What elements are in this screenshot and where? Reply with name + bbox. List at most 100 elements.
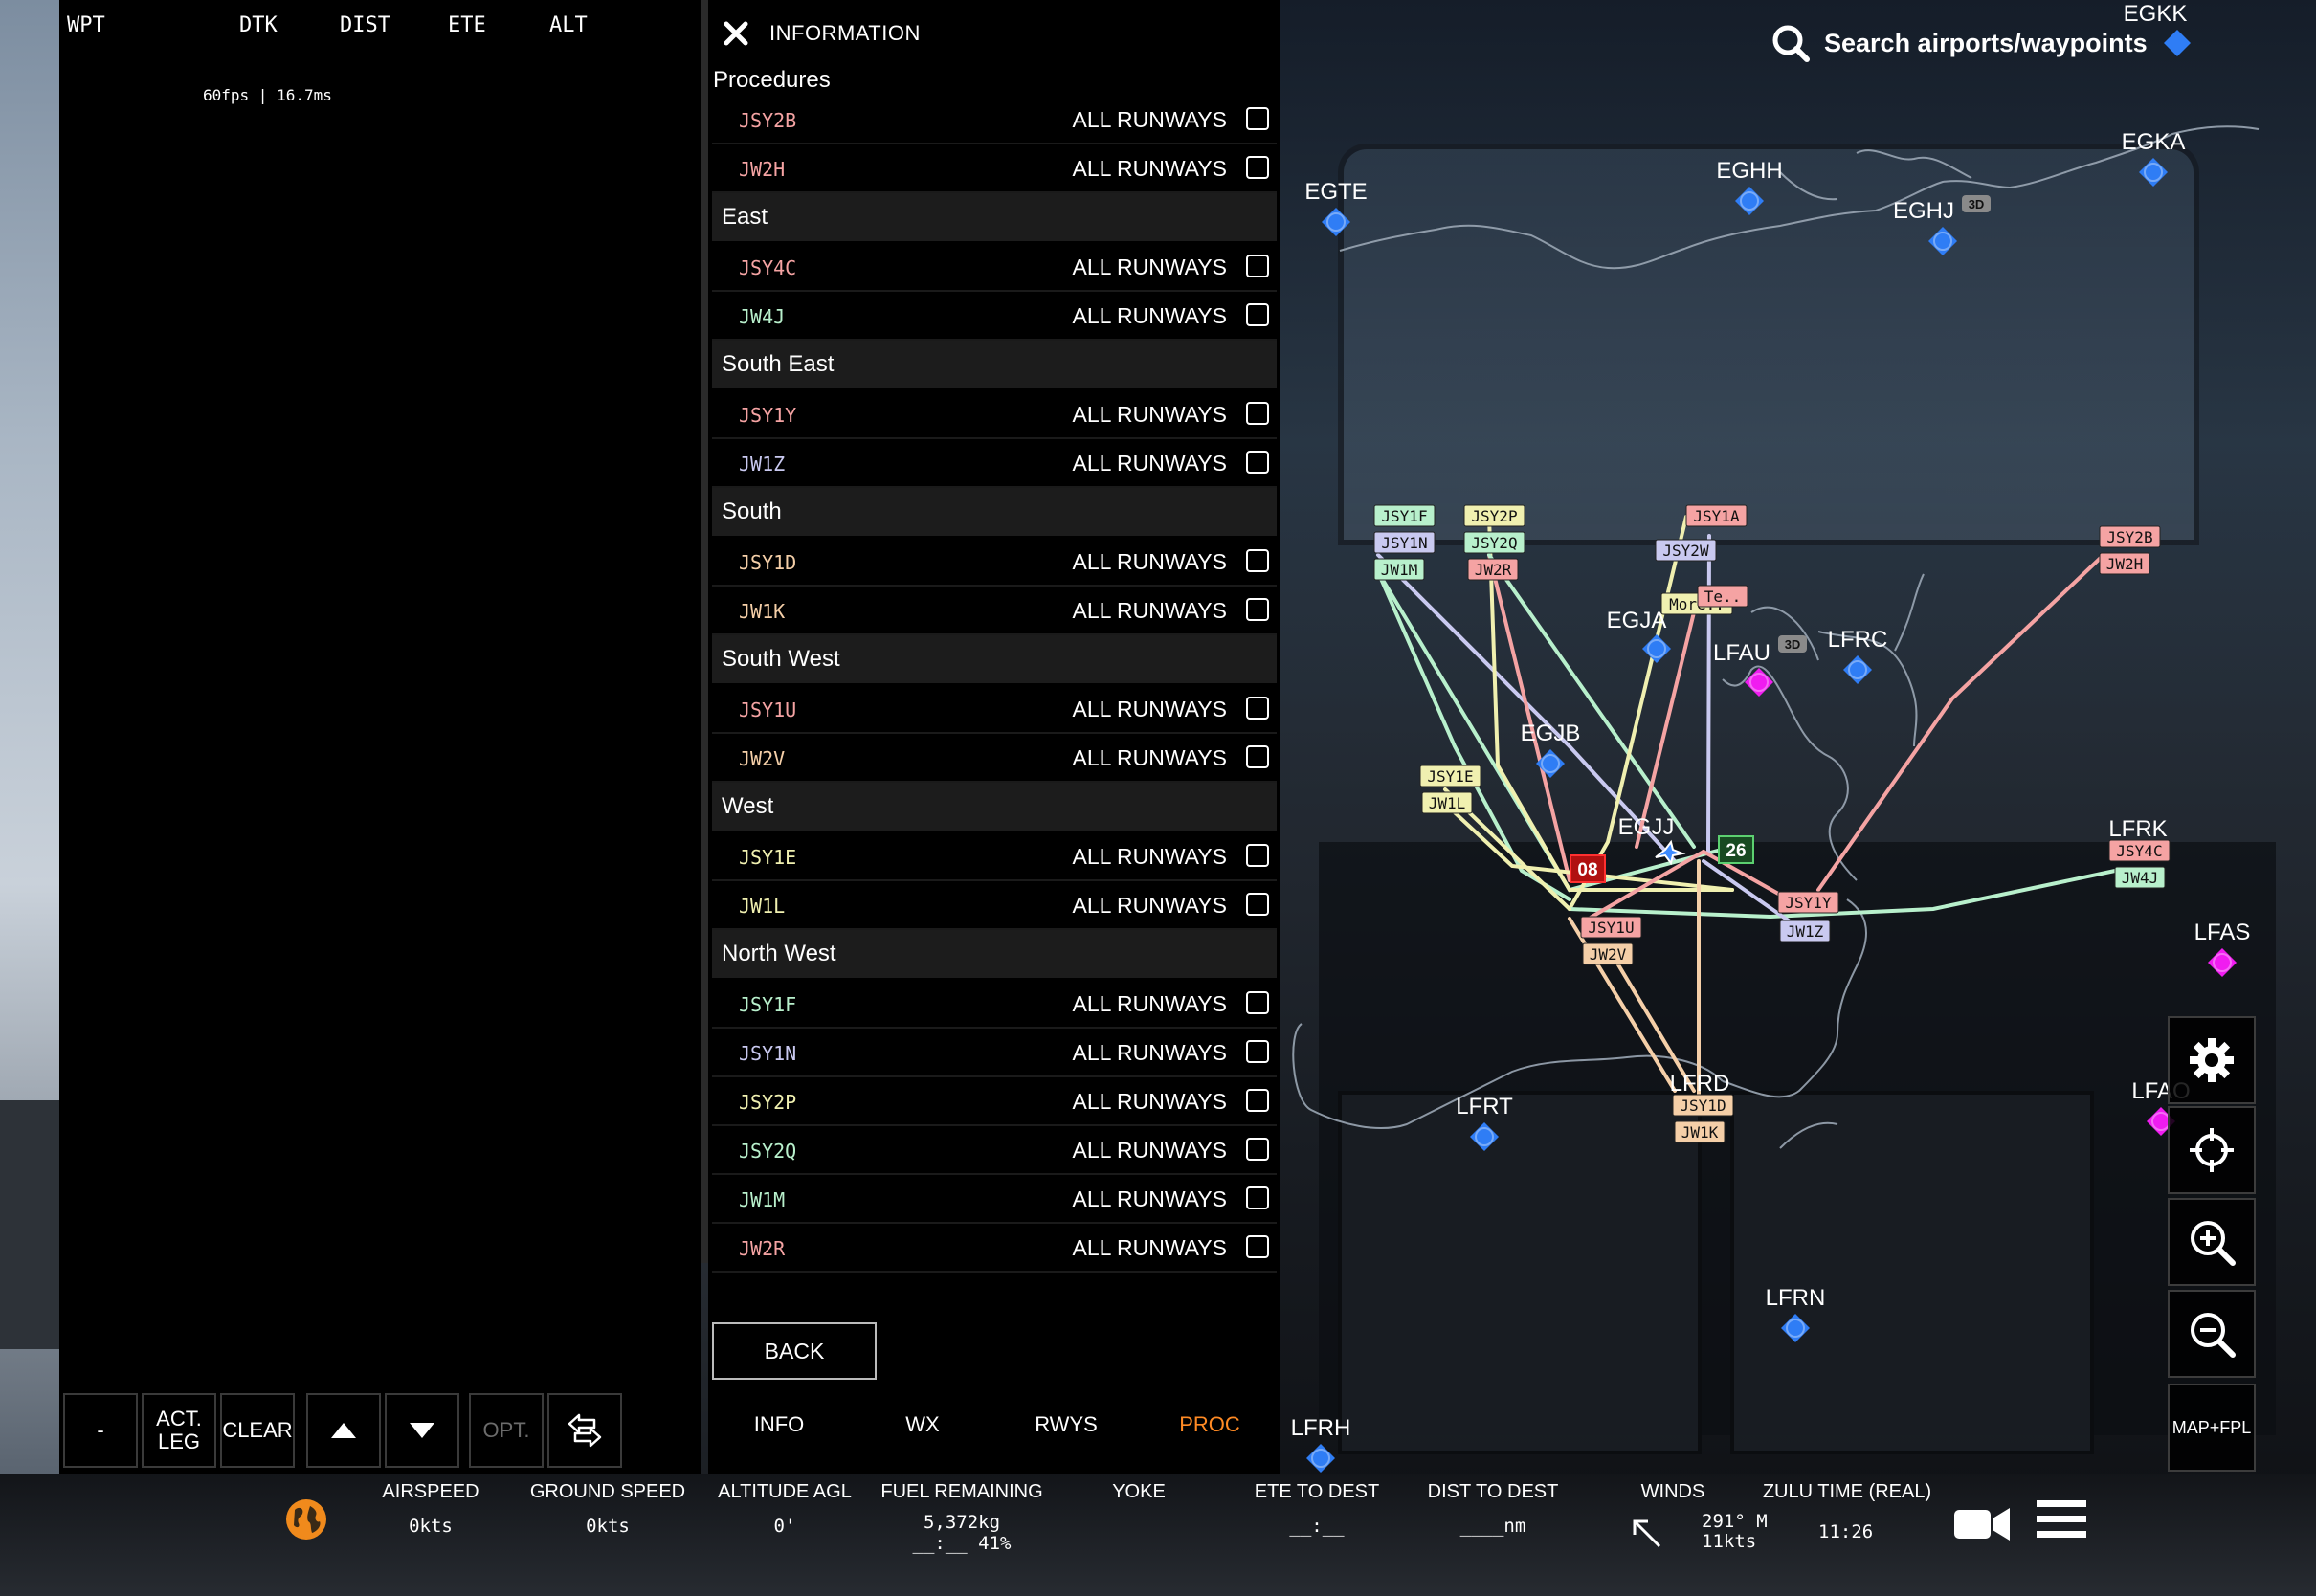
tab-proc[interactable]: PROC [1152, 1412, 1267, 1437]
route-tag[interactable]: JW1Z [1779, 920, 1831, 942]
airport-marker[interactable]: LFRK [2108, 816, 2167, 842]
procedure-checkbox[interactable] [1246, 697, 1269, 720]
menu-icon[interactable] [2037, 1496, 2086, 1542]
clear-button[interactable]: CLEAR [220, 1393, 295, 1468]
procedure-checkbox[interactable] [1246, 255, 1269, 277]
airport-marker[interactable]: EGKA [2122, 129, 2186, 187]
procedure-checkbox[interactable] [1246, 745, 1269, 768]
move-down-button[interactable] [385, 1393, 459, 1468]
airport-marker[interactable]: LFRN [1766, 1285, 1826, 1342]
search-bar[interactable]: Search airports/waypoints [1770, 21, 2192, 67]
procedure-checkbox[interactable] [1246, 893, 1269, 916]
procedure-row[interactable]: JW2V ALL RUNWAYS [712, 734, 1277, 783]
procedure-row[interactable]: JSY1F ALL RUNWAYS [712, 980, 1277, 1029]
procedure-checkbox[interactable] [1246, 1235, 1269, 1258]
airport-marker[interactable]: LFAS [2194, 920, 2251, 977]
close-icon[interactable] [722, 19, 750, 48]
procedure-checkbox[interactable] [1246, 844, 1269, 867]
route-tag[interactable]: JSY4C [2108, 839, 2171, 862]
route-tag[interactable]: JSY1U [1580, 916, 1642, 939]
procedure-row[interactable]: JW1L ALL RUNWAYS [712, 881, 1277, 930]
procedure-row[interactable]: JSY1Y ALL RUNWAYS [712, 390, 1277, 439]
tab-rwys[interactable]: RWYS [1009, 1412, 1124, 1437]
options-button[interactable]: OPT. [469, 1393, 544, 1468]
runway-label[interactable]: 08 [1570, 854, 1606, 883]
tab-info-label[interactable]: INFO [722, 1412, 836, 1437]
back-button[interactable]: BACK [712, 1322, 877, 1380]
route-tag[interactable]: JW2V [1582, 942, 1634, 965]
airport-marker[interactable]: EGJA [1607, 608, 1671, 663]
settings-button[interactable] [2168, 1016, 2256, 1104]
minus-button[interactable]: - [63, 1393, 138, 1468]
procedure-row[interactable]: JW1Z ALL RUNWAYS [712, 439, 1277, 488]
runway-label[interactable]: 26 [1718, 835, 1754, 864]
procedure-row[interactable]: JSY2Q ALL RUNWAYS [712, 1126, 1277, 1175]
route-tag[interactable]: JW1M [1373, 558, 1425, 581]
active-leg-button[interactable]: ACT. LEG [142, 1393, 216, 1468]
airport-marker[interactable]: EGHJ 3D [1893, 195, 1991, 255]
camera-icon[interactable] [1952, 1502, 2012, 1546]
route-tag[interactable]: JSY2P [1463, 504, 1525, 527]
globe-icon[interactable] [283, 1496, 329, 1542]
procedure-checkbox[interactable] [1246, 1186, 1269, 1209]
zoom-out-button[interactable] [2168, 1290, 2256, 1378]
procedure-row[interactable]: JSY2P ALL RUNWAYS [712, 1077, 1277, 1126]
route-tag[interactable]: JSY1D [1672, 1094, 1734, 1117]
procedure-checkbox[interactable] [1246, 1040, 1269, 1063]
map-view[interactable]: EGTE EGHH EGHJ 3D EGKA EGJA LFRC EGJB LFRT LFRN LF… [1280, 0, 2316, 1474]
procedure-row[interactable]: JSY2B ALL RUNWAYS [712, 96, 1277, 144]
swap-direction-button[interactable] [547, 1393, 622, 1468]
route-tag[interactable]: Te.. [1697, 585, 1748, 608]
procedure-checkbox[interactable] [1246, 107, 1269, 130]
procedure-checkbox[interactable] [1246, 549, 1269, 572]
procedure-checkbox[interactable] [1246, 598, 1269, 621]
procedure-row[interactable]: JSY1N ALL RUNWAYS [712, 1029, 1277, 1077]
procedure-checkbox[interactable] [1246, 303, 1269, 326]
route-tag[interactable]: JW2R [1467, 558, 1519, 581]
tab-wx[interactable]: WX [865, 1412, 980, 1437]
procedure-row[interactable]: JSY1D ALL RUNWAYS [712, 538, 1277, 587]
procedure-row[interactable]: JW1K ALL RUNWAYS [712, 587, 1277, 635]
procedure-name: JSY1N [739, 1042, 797, 1065]
procedure-checkbox[interactable] [1246, 1089, 1269, 1112]
procedure-checkbox[interactable] [1246, 1138, 1269, 1161]
route-tag[interactable]: JSY1N [1373, 531, 1436, 554]
airport-marker[interactable]: EGJJ [1618, 814, 1675, 840]
route-tag[interactable]: JW2H [2099, 552, 2150, 575]
zoom-in-button[interactable] [2168, 1198, 2256, 1286]
procedure-row[interactable]: JSY1E ALL RUNWAYS [712, 832, 1277, 881]
procedure-row[interactable]: JW1M ALL RUNWAYS [712, 1175, 1277, 1224]
airport-marker[interactable]: EGHH [1716, 158, 1783, 215]
procedure-row[interactable]: JW4J ALL RUNWAYS [712, 292, 1277, 341]
route-tag[interactable]: JSY1F [1373, 504, 1436, 527]
airport-marker[interactable]: LFRD [1670, 1071, 1730, 1097]
map-fpl-toggle-button[interactable]: MAP+FPL [2168, 1384, 2256, 1472]
airport-label: EGKA [2122, 129, 2186, 155]
airport-marker[interactable]: LFRC [1828, 627, 1888, 684]
procedure-row[interactable]: JSY4C ALL RUNWAYS [712, 243, 1277, 292]
procedure-group-header: North West [712, 930, 1277, 978]
airport-marker[interactable]: EGTE [1304, 179, 1368, 236]
procedure-checkbox[interactable] [1246, 402, 1269, 425]
center-location-button[interactable] [2168, 1106, 2256, 1194]
route-tag[interactable]: JSY1E [1419, 765, 1481, 787]
airport-marker[interactable]: LFRH [1291, 1415, 1351, 1473]
column-dist: DIST [340, 13, 390, 37]
procedure-checkbox[interactable] [1246, 156, 1269, 179]
procedure-checkbox[interactable] [1246, 451, 1269, 474]
airport-marker[interactable]: LFRT [1456, 1094, 1513, 1151]
route-tag[interactable]: JSY2Q [1463, 531, 1525, 554]
route-tag[interactable]: JW1L [1421, 791, 1473, 814]
move-up-button[interactable] [306, 1393, 381, 1468]
route-tag[interactable]: JSY2B [2099, 525, 2161, 548]
procedure-row[interactable]: JSY1U ALL RUNWAYS [712, 685, 1277, 734]
route-tag[interactable]: JSY2W [1655, 539, 1717, 562]
procedure-name: JSY1E [739, 846, 797, 869]
route-tag[interactable]: JSY1A [1685, 504, 1748, 527]
route-tag[interactable]: JW1K [1674, 1120, 1726, 1143]
route-tag[interactable]: JW4J [2114, 866, 2166, 889]
procedure-row[interactable]: JW2R ALL RUNWAYS [712, 1224, 1277, 1273]
procedure-checkbox[interactable] [1246, 991, 1269, 1014]
route-tag[interactable]: JSY1Y [1777, 891, 1839, 914]
procedure-row[interactable]: JW2H ALL RUNWAYS [712, 144, 1277, 193]
